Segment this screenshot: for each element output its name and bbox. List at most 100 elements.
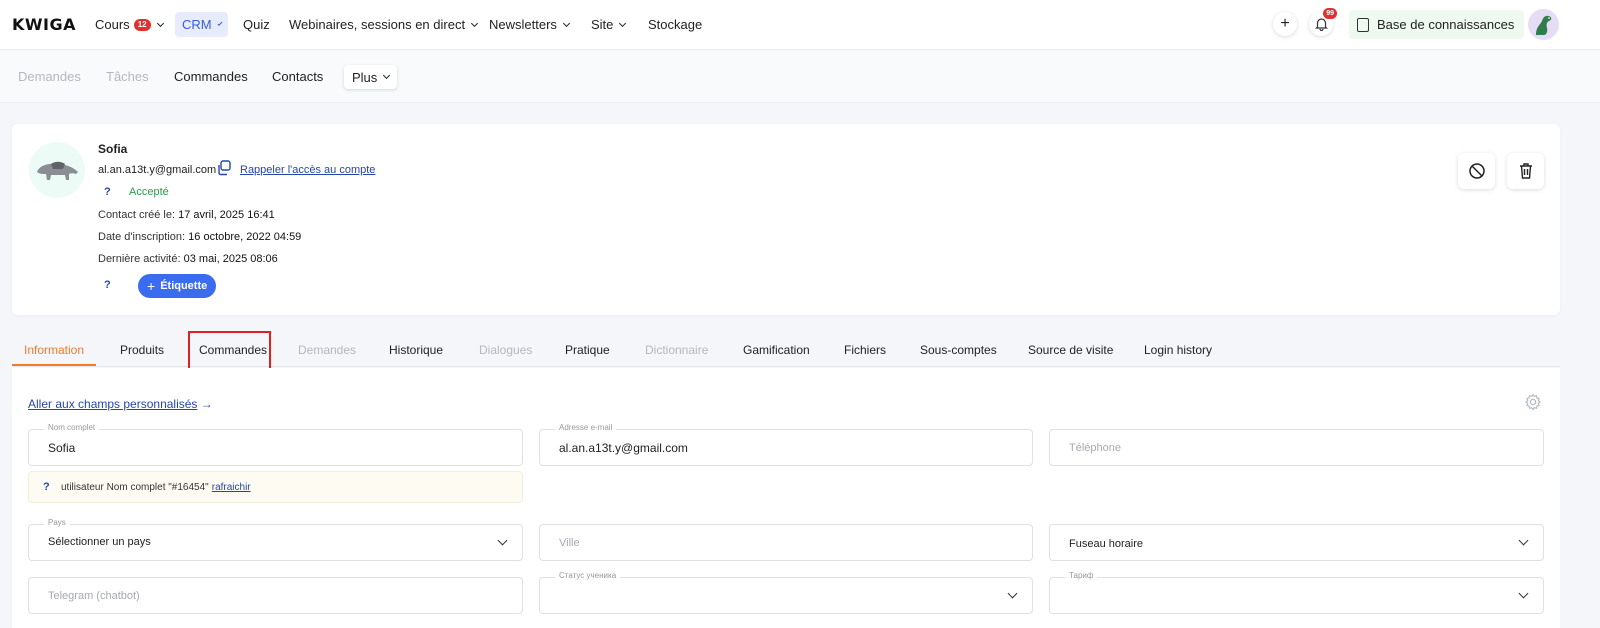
subnav-taches[interactable]: Tâches bbox=[106, 69, 149, 84]
contact-email: al.an.a13t.y@gmail.com bbox=[98, 164, 217, 176]
nav-cours[interactable]: Cours 12 bbox=[88, 12, 170, 37]
trash-icon bbox=[1519, 163, 1532, 179]
email-field[interactable]: Adresse e-mail al.an.a13t.y@gmail.com bbox=[539, 423, 1033, 466]
country-label: Pays bbox=[44, 518, 70, 527]
top-navigation: KWIGA Cours 12 CRM Quiz Webinaires, sess… bbox=[0, 0, 1600, 50]
nav-webinaires[interactable]: Webinaires, sessions en direct bbox=[282, 12, 484, 37]
name-sync-notice: ? utilisateur Nom complet "#16454" rafrai… bbox=[28, 471, 523, 503]
nav-quiz[interactable]: Quiz bbox=[236, 12, 277, 37]
city-field[interactable]: Ville bbox=[539, 524, 1033, 561]
tab-produits[interactable]: Produits bbox=[120, 343, 164, 357]
active-tab-indicator bbox=[12, 364, 96, 366]
help-icon[interactable]: ? bbox=[104, 279, 111, 291]
tab-login-history[interactable]: Login history bbox=[1144, 343, 1212, 357]
delete-contact-button[interactable] bbox=[1507, 153, 1544, 189]
subnav-commandes[interactable]: Commandes bbox=[174, 69, 248, 84]
custom-fields-link[interactable]: Aller aux champs personnalisés → bbox=[28, 397, 213, 411]
user-avatar[interactable] bbox=[1528, 9, 1559, 40]
nav-newsletters-label: Newsletters bbox=[489, 17, 557, 32]
nav-quiz-label: Quiz bbox=[243, 17, 270, 32]
last-activity-value: 03 mai, 2025 08:06 bbox=[183, 253, 278, 265]
tab-fichiers[interactable]: Fichiers bbox=[844, 343, 886, 357]
tab-gamification[interactable]: Gamification bbox=[743, 343, 810, 357]
notifications-badge: 99 bbox=[1323, 8, 1337, 19]
country-select[interactable]: Pays Sélectionner un pays bbox=[28, 518, 523, 561]
tab-source-de-visite[interactable]: Source de visite bbox=[1028, 343, 1113, 357]
chevron-down-icon bbox=[497, 535, 508, 546]
subnav-contacts[interactable]: Contacts bbox=[272, 69, 323, 84]
student-status-select[interactable]: Статус ученика bbox=[539, 571, 1033, 614]
nav-site-label: Site bbox=[591, 17, 614, 32]
signup-date-row: Date d'inscription: 16 octobre, 2022 04:… bbox=[98, 231, 301, 243]
country-value: Sélectionner un pays bbox=[48, 536, 151, 548]
created-value: 17 avril, 2025 16:41 bbox=[178, 209, 275, 221]
city-placeholder: Ville bbox=[559, 537, 580, 549]
plus-icon: + bbox=[147, 278, 156, 294]
timezone-value: Fuseau horaire bbox=[1069, 538, 1143, 550]
gear-icon[interactable] bbox=[1524, 393, 1542, 411]
signup-label: Date d'inscription: bbox=[98, 231, 186, 243]
telegram-field[interactable]: Telegram (chatbot) bbox=[28, 577, 523, 614]
full-name-value: Sofia bbox=[48, 441, 76, 455]
document-icon bbox=[1357, 17, 1369, 32]
tab-dictionnaire[interactable]: Dictionnaire bbox=[645, 343, 708, 357]
help-icon[interactable]: ? bbox=[43, 481, 50, 493]
bell-icon bbox=[1314, 18, 1328, 31]
chevron-down-icon bbox=[156, 19, 164, 27]
dinosaur-icon bbox=[1536, 15, 1552, 35]
tariff-label: Тариф bbox=[1065, 571, 1098, 580]
chevron-down-icon bbox=[619, 19, 627, 27]
chevron-down-icon bbox=[217, 20, 223, 26]
chevron-down-icon bbox=[471, 19, 479, 27]
help-icon[interactable]: ? bbox=[104, 186, 111, 198]
block-contact-button[interactable] bbox=[1458, 153, 1495, 189]
knowledge-base-button[interactable]: Base de connaissances bbox=[1349, 10, 1525, 39]
nav-webinaires-label: Webinaires, sessions en direct bbox=[289, 17, 466, 32]
email-label: Adresse e-mail bbox=[555, 423, 617, 432]
more-menu-button[interactable]: Plus bbox=[344, 65, 398, 89]
copy-icon[interactable] bbox=[215, 159, 233, 177]
full-name-field[interactable]: Nom complet Sofia bbox=[28, 423, 523, 466]
nav-site[interactable]: Site bbox=[584, 12, 632, 37]
status-badge: Accepté bbox=[129, 186, 169, 198]
add-tag-button[interactable]: + Étiquette bbox=[138, 274, 217, 298]
nav-cours-label: Cours bbox=[95, 17, 130, 32]
add-tag-label: Étiquette bbox=[160, 280, 208, 292]
tab-historique[interactable]: Historique bbox=[389, 343, 443, 357]
add-button[interactable]: + bbox=[1273, 12, 1297, 36]
block-icon bbox=[1468, 163, 1485, 179]
tariff-select[interactable]: Тариф bbox=[1049, 571, 1544, 614]
email-value: al.an.a13t.y@gmail.com bbox=[559, 441, 688, 455]
cours-badge: 12 bbox=[133, 18, 151, 31]
created-label: Contact créé le: bbox=[98, 209, 176, 221]
tab-pratique[interactable]: Pratique bbox=[565, 343, 610, 357]
notice-message: utilisateur Nom complet "#16454" bbox=[61, 482, 209, 493]
notifications-button[interactable]: 99 bbox=[1309, 8, 1337, 36]
chevron-down-icon bbox=[1518, 588, 1529, 599]
signup-value: 16 octobre, 2022 04:59 bbox=[188, 231, 302, 243]
last-activity-label: Dernière activité: bbox=[98, 253, 181, 265]
logo[interactable]: KWIGA bbox=[12, 15, 76, 34]
tab-sous-comptes[interactable]: Sous-comptes bbox=[920, 343, 997, 357]
full-name-label: Nom complet bbox=[44, 423, 100, 432]
nav-crm[interactable]: CRM bbox=[175, 12, 228, 37]
chevron-down-icon bbox=[383, 71, 391, 80]
nav-stockage[interactable]: Stockage bbox=[641, 12, 709, 37]
phone-field[interactable]: Téléphone bbox=[1049, 429, 1544, 466]
nav-newsletters[interactable]: Newsletters bbox=[482, 12, 576, 37]
recall-access-link[interactable]: Rappeler l'accès au compte bbox=[240, 164, 375, 176]
tab-dialogues[interactable]: Dialogues bbox=[479, 343, 532, 357]
nav-crm-label: CRM bbox=[182, 17, 212, 32]
chevron-down-icon bbox=[1518, 535, 1529, 546]
nav-stockage-label: Stockage bbox=[648, 17, 703, 32]
custom-fields-link-label: Aller aux champs personnalisés bbox=[28, 397, 198, 411]
plus-icon: + bbox=[1280, 15, 1290, 32]
telegram-placeholder: Telegram (chatbot) bbox=[48, 590, 140, 602]
contact-avatar bbox=[29, 142, 85, 198]
subnav-demandes[interactable]: Demandes bbox=[18, 69, 81, 84]
timezone-select[interactable]: Fuseau horaire bbox=[1049, 524, 1544, 561]
tab-demandes[interactable]: Demandes bbox=[298, 343, 356, 357]
created-date-row: Contact créé le: 17 avril, 2025 16:41 bbox=[98, 209, 275, 221]
refresh-link[interactable]: rafraichir bbox=[212, 482, 251, 493]
tab-information[interactable]: Information bbox=[24, 343, 84, 357]
